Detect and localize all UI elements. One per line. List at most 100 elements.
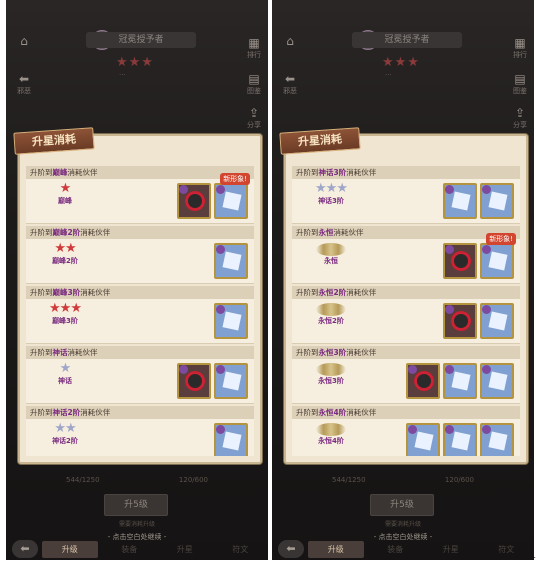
tab-upgrade[interactable]: 升级 [42,540,98,558]
cost-row: 升阶到永恒消耗伙伴 永恒 新形象! [292,226,520,285]
cost-row: 升阶到永恒2阶消耗伙伴 永恒2阶 [292,286,520,345]
cost-row: 升阶到神话3阶消耗伙伴 ★★★ 神话3阶 [292,166,520,225]
back-left-button[interactable]: ⬅ 邪恶 [280,72,300,95]
partner-slot[interactable] [480,303,514,339]
row-main: 永恒2阶 [292,299,520,344]
row-header: 升阶到神话3阶消耗伙伴 [292,166,520,179]
row-header: 升阶到永恒2阶消耗伙伴 [292,286,520,299]
rank-display: ★★ 巅峰2阶 [30,241,100,266]
card-body[interactable]: 升阶到神话3阶消耗伙伴 ★★★ 神话3阶 升阶到永恒消耗伙伴 永恒 新形象! 升阶… [292,166,520,456]
star-cost-card: 升阶到巅峰消耗伙伴 ★ 巅峰 新形象! 升阶到巅峰2阶消耗伙伴 ★★ 巅峰2阶 升阶… [18,134,262,464]
tab-bar: ⬅ 升级 装备 升星 符文 [272,538,534,560]
rank-display: ★ 巅峰 [30,181,100,206]
back-arrow-icon[interactable]: ⬅ [278,540,304,558]
wing-emblem-icon [316,303,346,316]
codex-button[interactable]: ▤ 图鉴 [510,72,530,95]
codex-button[interactable]: ▤ 图鉴 [244,72,264,95]
partner-slot[interactable] [443,183,477,219]
partner-slot[interactable] [214,363,248,399]
tab-star[interactable]: 升星 [423,544,479,555]
upgrade-button[interactable]: 升5级 [104,494,168,516]
partner-slot[interactable] [480,183,514,219]
currency-row: 544/1250 120/600 [332,476,474,484]
right-screen: 冠冕授予者 ★★★ ··· ⌂ ⬅ 邪恶 ▦ 排行 ▤ 图鉴 ⇪ 分享 升阶到神话3阶消… [272,0,534,560]
tab-rune[interactable]: 符文 [479,544,535,555]
hero-stars-icon: ★★★ [116,55,154,70]
partner-slot[interactable] [480,423,514,456]
cost-row: 升阶到永恒3阶消耗伙伴 永恒3阶 [292,346,520,405]
row-main: 永恒3阶 [292,359,520,404]
partner-slot[interactable] [177,363,211,399]
tab-rune[interactable]: 符文 [213,544,269,555]
cost-row: 升阶到神话2阶消耗伙伴 ★★ 神话2阶 [26,406,254,456]
tab-upgrade[interactable]: 升级 [308,540,364,558]
wing-emblem-icon [316,423,346,436]
partner-slot[interactable] [443,363,477,399]
share-button[interactable]: ⇪ 分享 [510,106,530,129]
tab-star[interactable]: 升星 [157,544,213,555]
star-icon: ★★ [54,421,76,436]
partner-slot[interactable] [443,243,477,279]
partner-slot[interactable] [214,303,248,339]
partner-slot[interactable] [177,183,211,219]
row-header: 升阶到巅峰3阶消耗伙伴 [26,286,254,299]
partner-slot[interactable] [480,363,514,399]
partner-slot[interactable] [214,183,248,219]
rank-display: 永恒 [296,241,366,266]
partner-slot[interactable] [443,423,477,456]
cost-row: 升阶到永恒4阶消耗伙伴 永恒4阶 [292,406,520,456]
partner-slot[interactable] [443,303,477,339]
tab-equip[interactable]: 装备 [102,544,158,555]
back-left-button[interactable]: ⬅ 邪恶 [14,72,34,95]
lock-icon[interactable]: ⌂ [14,34,34,56]
row-main: ★★ 神话2阶 [26,419,254,456]
back-arrow-icon[interactable]: ⬅ [12,540,38,558]
hero-title: 冠冕授予者 [352,32,462,48]
row-header: 升阶到神话消耗伙伴 [26,346,254,359]
row-main: ★★ 巅峰2阶 [26,239,254,284]
cost-row: 升阶到巅峰3阶消耗伙伴 ★★★ 巅峰3阶 [26,286,254,345]
new-look-badge: 新形象! [220,173,250,185]
star-icon: ★★★ [49,301,82,316]
book-count: 120/600 [444,476,474,484]
rank-display: 永恒2阶 [296,301,366,326]
rank-display: ★★ 神话2阶 [30,421,100,446]
cost-row: 升阶到巅峰2阶消耗伙伴 ★★ 巅峰2阶 [26,226,254,285]
tab-bar: ⬅ 升级 装备 升星 符文 [6,538,268,560]
partner-slot[interactable] [480,243,514,279]
cost-row: 升阶到巅峰消耗伙伴 ★ 巅峰 新形象! [26,166,254,225]
rank-display: ★★★ 巅峰3阶 [30,301,100,326]
lock-icon[interactable]: ⌂ [280,34,300,56]
rank-display: 永恒3阶 [296,361,366,386]
partner-slot[interactable] [214,423,248,456]
hero-title: 冠冕授予者 [86,32,196,48]
rank-display: ★ 神话 [30,361,100,386]
rank-display: 永恒4阶 [296,421,366,446]
share-button[interactable]: ⇪ 分享 [244,106,264,129]
upgrade-button[interactable]: 升5级 [370,494,434,516]
row-main: ★ 神话 [26,359,254,404]
star-icon: ★★★ [315,181,348,196]
rank-button[interactable]: ▦ 排行 [244,36,264,59]
tab-equip[interactable]: 装备 [368,544,424,555]
partner-slot[interactable] [214,243,248,279]
left-screen: 冠冕授予者 ★★★ ··· ⌂ ⬅ 邪恶 ▦ 排行 ▤ 图鉴 ⇪ 分享 升阶到巅峰消耗伙… [6,0,268,560]
wing-emblem-icon [316,363,346,376]
star-icon: ★ [59,361,72,376]
hint-text: 需要消耗升级 [118,521,155,528]
star-icon: ★ [59,181,72,196]
star-cost-card: 升阶到神话3阶消耗伙伴 ★★★ 神话3阶 升阶到永恒消耗伙伴 永恒 新形象! 升阶… [284,134,528,464]
new-look-badge: 新形象! [486,233,516,245]
rank-display: ★★★ 神话3阶 [296,181,366,206]
hero-stars-icon: ★★★ [382,55,420,70]
rank-button[interactable]: ▦ 排行 [510,36,530,59]
partner-slot[interactable] [406,363,440,399]
bottom-bar: 544/1250 120/600 升5级 需要消耗升级 - 点击空白处继续 - ⬅… [6,470,268,560]
gold-count: 544/1250 [66,476,100,484]
row-main: ★ 巅峰 新形象! [26,173,254,224]
hero-header: 冠冕授予者 ★★★ ··· ⌂ ⬅ 邪恶 ▦ 排行 ▤ 图鉴 ⇪ 分享 [6,22,268,129]
partner-slot[interactable] [406,423,440,456]
currency-row: 544/1250 120/600 [66,476,208,484]
card-body[interactable]: 升阶到巅峰消耗伙伴 ★ 巅峰 新形象! 升阶到巅峰2阶消耗伙伴 ★★ 巅峰2阶 升阶… [26,166,254,456]
hint-text: 需要消耗升级 [384,521,421,528]
